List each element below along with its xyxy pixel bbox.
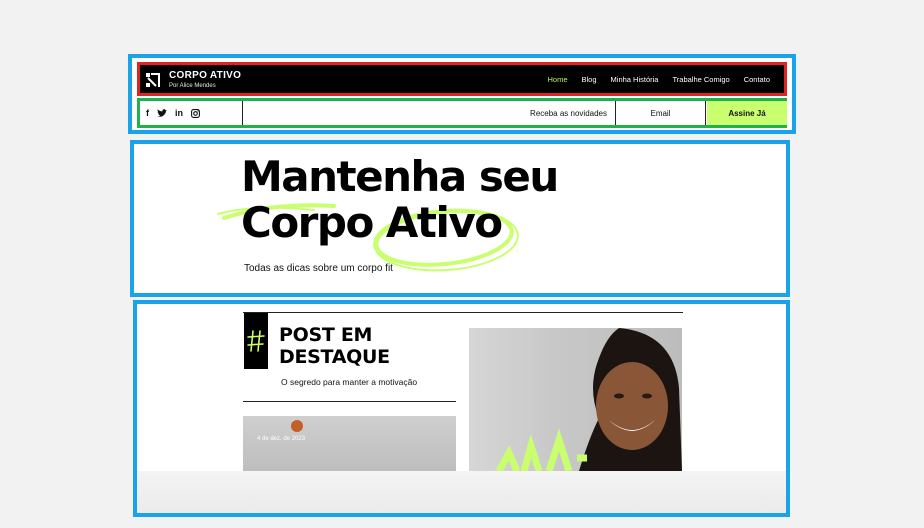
hero-subtitle: Todas as dicas sobre um corpo fit: [244, 263, 393, 274]
hashtag-icon: [247, 330, 265, 352]
hero-title-line-1: Mantenha seu: [241, 152, 559, 201]
brand-title: CORPO ATIVO: [169, 70, 242, 81]
nav-item-home[interactable]: Home: [548, 75, 568, 84]
twitter-icon[interactable]: [157, 108, 167, 118]
subscribe-button[interactable]: Assine Já: [707, 101, 787, 125]
featured-heading: POST EM DESTAQUE: [279, 324, 390, 368]
newsletter-bar: f in Receba as novidades Email Assine Já: [137, 98, 787, 128]
nav-item-trabalhe-comigo[interactable]: Trabalhe Comigo: [672, 75, 729, 84]
nav-item-contato[interactable]: Contato: [744, 75, 770, 84]
basketball-image-detail: [291, 420, 303, 432]
brand-subtitle: Por Alice Mendes: [169, 83, 216, 89]
instagram-icon[interactable]: [191, 108, 200, 118]
email-field[interactable]: Email: [616, 101, 706, 125]
nav-item-blog[interactable]: Blog: [582, 75, 597, 84]
featured-posts-section: POST EM DESTAQUE O segredo para manter a…: [133, 300, 790, 517]
social-links: f in: [144, 101, 243, 125]
nav-item-minha-historia[interactable]: Minha História: [611, 75, 659, 84]
hero-title-line-2: Corpo Ativo: [241, 198, 503, 247]
bottom-fade: [137, 471, 786, 513]
hero-section: Mantenha seu Corpo Ativo Todas as dicas …: [130, 140, 790, 297]
brand[interactable]: CORPO ATIVO Por Alice Mendes: [169, 70, 241, 89]
featured-heading-line-2: DESTAQUE: [279, 346, 390, 368]
woman-smiling-photo: [495, 328, 682, 471]
divider: [243, 401, 456, 402]
hero-title: Mantenha seu Corpo Ativo: [241, 152, 559, 247]
newsletter-label: Receba as novidades: [243, 101, 616, 125]
header-section: CORPO ATIVO Por Alice Mendes Home Blog M…: [128, 54, 796, 134]
top-navigation-bar: CORPO ATIVO Por Alice Mendes Home Blog M…: [137, 62, 787, 96]
linkedin-icon[interactable]: in: [175, 108, 183, 118]
featured-post-image[interactable]: [469, 328, 682, 471]
divider: [243, 312, 683, 313]
featured-subtitle: O segredo para manter a motivação: [281, 377, 418, 387]
post-card-image[interactable]: 4 de dez. de 2023: [243, 416, 456, 471]
main-nav: Home Blog Minha História Trabalhe Comigo…: [548, 75, 771, 84]
post-date: 4 de dez. de 2023: [257, 436, 306, 442]
hashtag-badge: [244, 313, 268, 369]
featured-heading-line-1: POST EM: [279, 324, 373, 346]
facebook-icon[interactable]: f: [146, 108, 149, 118]
logo-icon[interactable]: [146, 73, 160, 87]
